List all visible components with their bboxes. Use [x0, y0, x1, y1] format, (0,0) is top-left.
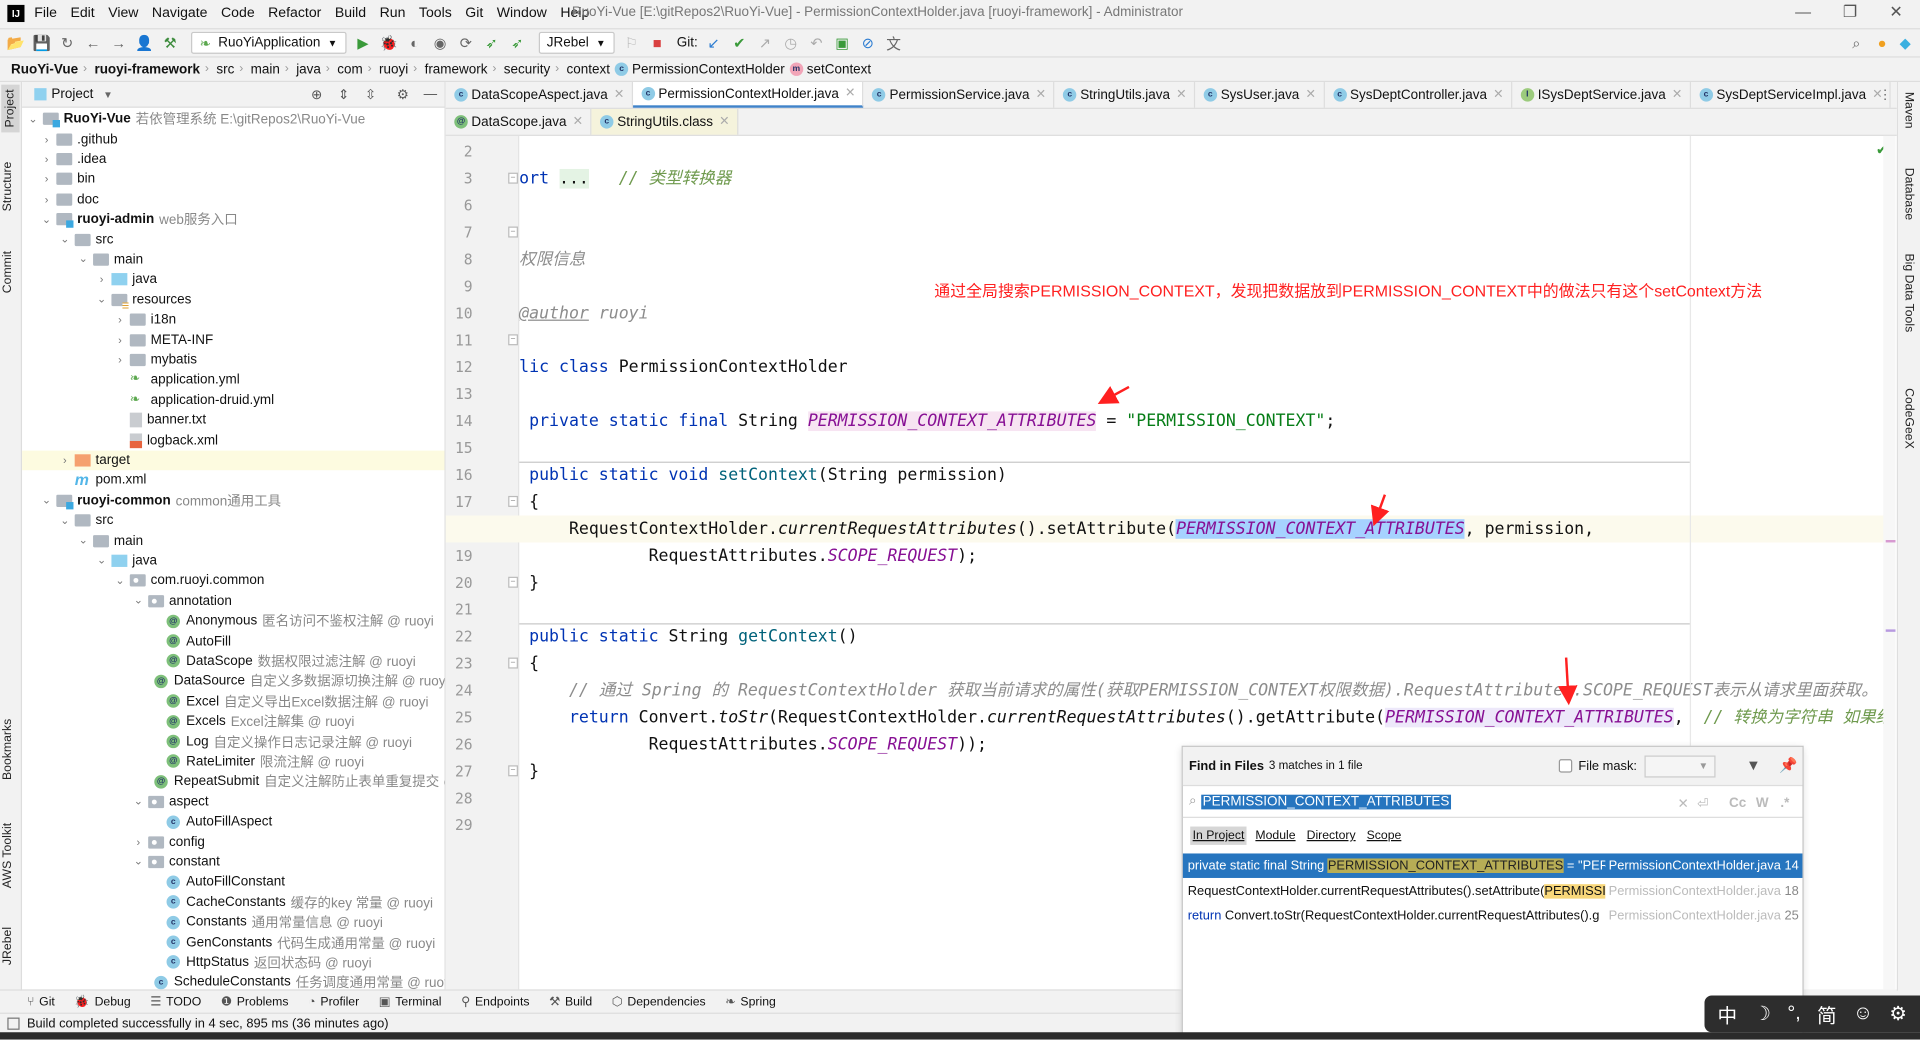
result-file: PermissionContextHolder.java 14 [1604, 858, 1799, 874]
result-file-name: PermissionContextHolder.java [1608, 858, 1781, 874]
ime-toolbar: 中 ☽ °, 简 ☺ ⚙ [1704, 995, 1920, 1033]
red-arrow [1370, 494, 1390, 527]
status-bar: Build completed successfully in 4 sec, 8… [0, 1012, 1182, 1033]
ime-button[interactable]: ⚙ [1889, 1002, 1907, 1026]
bottom-tab-git[interactable]: ⑂ Git [27, 995, 55, 1008]
clear-icon[interactable]: ✕ [1678, 796, 1689, 812]
search-input[interactable]: PERMISSION_CONTEXT_ATTRIBUTES [1201, 794, 1451, 809]
bottom-tab-label: Endpoints [475, 994, 530, 1009]
search-icon: ⌕ [1188, 793, 1197, 809]
terminal-icon: ▣ [378, 994, 391, 1009]
ime-button[interactable]: ☺ [1853, 1003, 1873, 1025]
result-file: PermissionContextHolder.java 18 [1605, 883, 1799, 898]
problems-icon: ❶ [220, 994, 232, 1009]
bottom-tab-debug[interactable]: 🐞 Debug [74, 995, 130, 1008]
bottom-tab-terminal[interactable]: ▣ Terminal [379, 995, 442, 1008]
result-file-name: PermissionContextHolder.java [1608, 883, 1781, 899]
status-message: Build completed successfully in 4 sec, 8… [26, 1015, 389, 1031]
result-match: PERMISSION_CONTEXT_ATTRIBUTES [1327, 858, 1564, 874]
result-preview: return Convert.toStr(RequestContextHolde… [1188, 909, 1608, 924]
ime-button[interactable]: ☽ [1754, 1002, 1772, 1026]
match-case-toggle[interactable]: Cc [1729, 796, 1746, 811]
result-prefix: Convert.toStr(RequestContextHolder.curre… [1221, 908, 1600, 924]
ime-button[interactable]: °, [1787, 1003, 1800, 1025]
scope-tab-in-project[interactable]: In Project [1190, 826, 1247, 845]
git-icon: ⑂ [26, 994, 35, 1009]
bottom-tab-label: TODO [166, 994, 202, 1009]
ime-button[interactable]: 中 [1718, 999, 1738, 1028]
spring-icon: ❧ [725, 994, 736, 1009]
filter-icon[interactable]: ▼ [1746, 757, 1761, 774]
result-match: PERMISSI [1544, 883, 1606, 899]
red-arrow [1097, 385, 1130, 404]
file-mask-checkbox[interactable] [1558, 759, 1573, 773]
bottom-tab-label: Debug [94, 994, 131, 1009]
result-prefix: private static final String [1187, 858, 1328, 874]
result-line-number: 25 [1784, 908, 1799, 924]
bottom-tab-problems[interactable]: ❶ Problems [221, 995, 289, 1008]
debug-icon: 🐞 [74, 994, 90, 1009]
bottom-tab-label: Spring [740, 994, 776, 1009]
search-result-row[interactable]: return Convert.toStr(RequestContextHolde… [1183, 904, 1803, 928]
result-keyword: return [1187, 908, 1222, 924]
ime-button[interactable]: 简 [1817, 999, 1837, 1028]
bottom-tab-label: Build [564, 994, 593, 1009]
search-result-row[interactable]: RequestContextHolder.currentRequestAttri… [1183, 879, 1803, 903]
bottom-tab-todo[interactable]: ☰ TODO [150, 995, 201, 1008]
bottom-tab-profiler[interactable]: ◔ Profiler [308, 995, 359, 1008]
scope-tab-scope[interactable]: Scope [1364, 827, 1404, 845]
todo-icon: ☰ [150, 994, 162, 1009]
result-file-name: PermissionContextHolder.java [1608, 908, 1781, 924]
os-taskbar [0, 1032, 1920, 1040]
bottom-tab-spring[interactable]: ❧ Spring [725, 995, 776, 1008]
newline-icon[interactable]: ⏎ [1697, 796, 1708, 812]
search-result-row[interactable]: private static final String PERMISSION_C… [1182, 853, 1803, 878]
find-header: Find in Files 3 matches in 1 file File m… [1182, 746, 1803, 787]
bottom-tab-dependencies[interactable]: ⬡ Dependencies [612, 995, 706, 1008]
result-preview: RequestContextHolder.currentRequestAttri… [1187, 883, 1608, 899]
file-mask-dropdown[interactable]: ▼ [1644, 755, 1716, 778]
search-row: ⌕ PERMISSION_CONTEXT_ATTRIBUTES ✕ ⏎ Cc W… [1182, 786, 1803, 818]
red-arrow [1557, 657, 1578, 706]
dependencies-icon: ⬡ [611, 994, 623, 1009]
endpoints-icon: ⚲ [461, 994, 471, 1009]
scope-tabs: In Project Module Directory Scope [1190, 826, 1410, 845]
bottom-tab-label: Terminal [395, 994, 442, 1009]
result-preview: private static final String PERMISSION_C… [1187, 858, 1608, 874]
words-toggle[interactable]: W [1756, 796, 1769, 811]
build-icon: ⚒ [549, 994, 561, 1009]
profiler-icon: ◔ [308, 994, 316, 1009]
pin-icon[interactable]: 📌 [1779, 757, 1797, 774]
match-summary: 3 matches in 1 file [1268, 759, 1363, 773]
ide-window: IJ File Edit View Navigate Code Refactor Build… [0, 0, 1920, 1040]
bottom-tool-tabs: ⑂ Git 🐞 Debug ☰ TODO ❶ Problems ◔ Profiler ▣ Termin… [0, 989, 1182, 1012]
result-line-number: 14 [1784, 858, 1799, 874]
bottom-tab-label: Git [39, 994, 55, 1009]
status-toggle-icon[interactable] [7, 1016, 20, 1030]
bottom-tab-endpoints[interactable]: ⚲ Endpoints [461, 995, 529, 1008]
file-mask-label: File mask: [1578, 759, 1637, 774]
result-suffix: = "PERMI [1566, 858, 1608, 874]
find-title: Find in Files [1188, 758, 1264, 774]
result-prefix: RequestContextHolder.currentRequestAttri… [1187, 883, 1545, 899]
bottom-tab-label: Dependencies [627, 994, 706, 1009]
scope-tab-directory[interactable]: Directory [1304, 827, 1358, 845]
result-file: PermissionContextHolder.java 25 [1605, 909, 1799, 924]
bottom-tab-build[interactable]: ⚒ Build [549, 995, 592, 1008]
scope-tab-module[interactable]: Module [1253, 827, 1298, 845]
regex-toggle[interactable]: .* [1780, 796, 1789, 811]
result-line-number: 18 [1784, 883, 1799, 899]
bottom-tab-label: Profiler [320, 994, 360, 1009]
bottom-tab-label: Problems [236, 994, 289, 1009]
